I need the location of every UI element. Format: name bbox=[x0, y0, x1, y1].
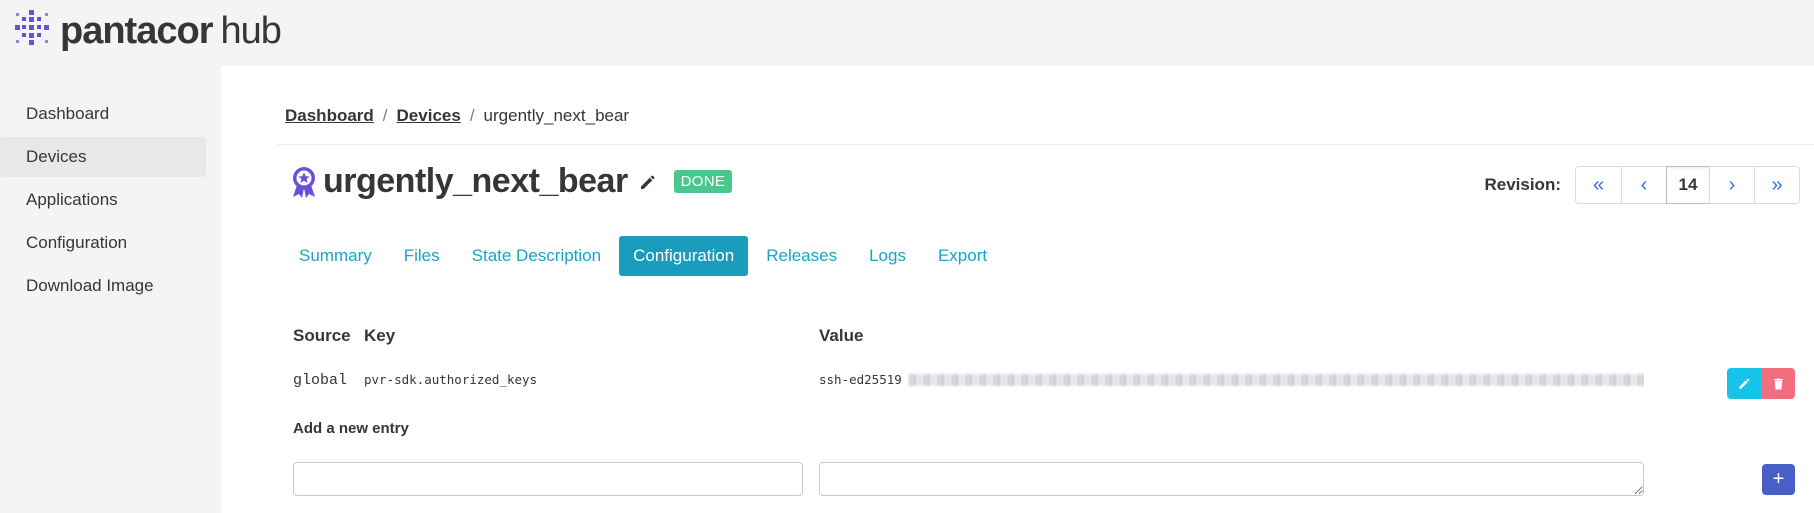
breadcrumb-separator: / bbox=[382, 106, 388, 125]
add-entry-label: Add a new entry bbox=[293, 420, 409, 437]
tab-state-description[interactable]: State Description bbox=[458, 236, 615, 276]
last-revision-button[interactable]: » bbox=[1754, 166, 1800, 204]
main-content: Dashboard / Devices / urgently_next_bear… bbox=[221, 66, 1814, 513]
sidebar-item-dashboard[interactable]: Dashboard bbox=[0, 94, 206, 134]
tab-summary[interactable]: Summary bbox=[285, 236, 386, 276]
logo-brand: pantacor bbox=[60, 9, 213, 52]
tab-files[interactable]: Files bbox=[390, 236, 454, 276]
revision-label: Revision: bbox=[1484, 175, 1561, 194]
breadcrumb-dashboard[interactable]: Dashboard bbox=[285, 106, 374, 126]
previous-revision-button[interactable]: ‹ bbox=[1621, 166, 1667, 204]
tab-export[interactable]: Export bbox=[924, 236, 1001, 276]
delete-entry-button[interactable] bbox=[1761, 368, 1795, 399]
pencil-icon bbox=[1738, 378, 1749, 389]
current-revision: 14 bbox=[1666, 166, 1710, 204]
redacted-key-value bbox=[908, 373, 1644, 386]
row-key: pvr-sdk.authorized_keys bbox=[364, 372, 538, 387]
revision-control: Revision: « ‹ 14 › » bbox=[1484, 166, 1800, 204]
tab-logs[interactable]: Logs bbox=[855, 236, 920, 276]
sidebar-item-download-image[interactable]: Download Image bbox=[0, 266, 206, 306]
row-value-prefix: ssh-ed25519 bbox=[819, 372, 902, 387]
device-tabs: Summary Files State Description Configur… bbox=[285, 236, 1005, 276]
new-value-input[interactable] bbox=[819, 462, 1644, 496]
top-bar: pantacor hub bbox=[0, 0, 1814, 66]
status-badge: DONE bbox=[673, 170, 733, 193]
breadcrumb-current: urgently_next_bear bbox=[483, 106, 630, 125]
row-value: ssh-ed25519 bbox=[819, 372, 1644, 387]
logo-sub: hub bbox=[220, 9, 281, 52]
column-header-value: Value bbox=[819, 326, 864, 345]
device-header: urgently_next_bear DONE bbox=[289, 162, 733, 201]
logo-text: pantacor hub bbox=[60, 9, 282, 52]
divider bbox=[277, 144, 1814, 145]
sidebar-item-configuration[interactable]: Configuration bbox=[0, 223, 206, 263]
row-actions bbox=[1727, 368, 1795, 399]
next-revision-button[interactable]: › bbox=[1709, 166, 1755, 204]
breadcrumb-devices[interactable]: Devices bbox=[397, 106, 461, 126]
tab-configuration[interactable]: Configuration bbox=[619, 236, 749, 276]
sidebar-item-applications[interactable]: Applications bbox=[0, 180, 206, 220]
column-header-source: Source bbox=[293, 326, 351, 345]
first-revision-button[interactable]: « bbox=[1575, 166, 1622, 204]
revision-pager: « ‹ 14 › » bbox=[1575, 166, 1800, 204]
edit-entry-button[interactable] bbox=[1727, 368, 1761, 399]
sidebar: Dashboard Devices Applications Configura… bbox=[0, 66, 221, 513]
logo[interactable]: pantacor hub bbox=[12, 8, 282, 53]
logo-mark-icon bbox=[12, 8, 52, 53]
breadcrumb: Dashboard / Devices / urgently_next_bear bbox=[285, 106, 629, 126]
sidebar-item-devices[interactable]: Devices bbox=[0, 137, 206, 177]
tab-releases[interactable]: Releases bbox=[752, 236, 851, 276]
page-title: urgently_next_bear bbox=[323, 162, 628, 200]
award-badge-icon bbox=[289, 165, 319, 199]
trash-icon bbox=[1773, 378, 1783, 390]
edit-name-pencil-icon[interactable] bbox=[628, 172, 658, 192]
column-header-key: Key bbox=[364, 326, 396, 345]
new-key-input[interactable] bbox=[293, 462, 803, 496]
row-source: global bbox=[293, 372, 348, 389]
breadcrumb-separator: / bbox=[469, 106, 475, 125]
add-entry-button[interactable]: + bbox=[1762, 464, 1795, 495]
